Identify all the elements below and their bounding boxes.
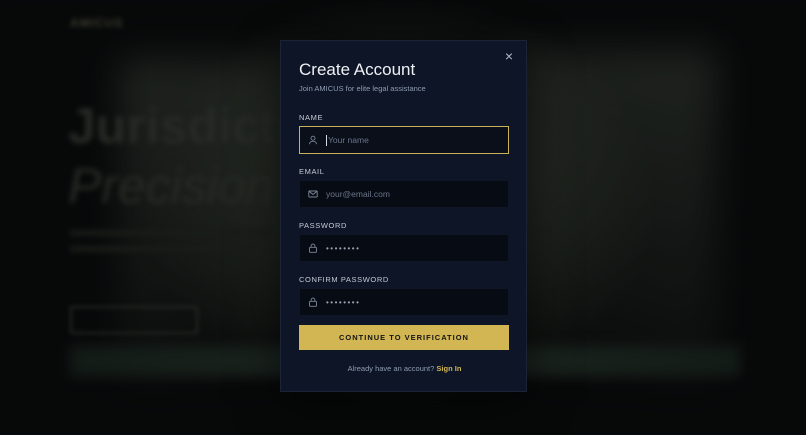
continue-to-verification-button[interactable]: CONTINUE TO VERIFICATION [299,325,509,350]
email-field[interactable] [299,180,509,208]
mail-icon [308,189,318,199]
sign-in-link[interactable]: Sign In [436,364,461,373]
confirm-password-label: CONFIRM PASSWORD [299,275,389,284]
email-label: EMAIL [299,167,325,176]
modal-title: Create Account [299,60,416,79]
confirm-password-input[interactable]: •••••••• [326,298,360,307]
lock-icon [308,243,318,253]
name-input[interactable] [328,135,498,145]
name-label: NAME [299,113,324,122]
confirm-password-field[interactable]: •••••••• [299,288,509,316]
user-icon [308,135,318,145]
name-field[interactable] [299,126,509,154]
modal-subtitle: Join AMICUS for elite legal assistance [299,84,426,93]
password-input[interactable]: •••••••• [326,244,360,253]
text-cursor [326,134,327,146]
lock-icon [308,297,318,307]
signin-prompt: Already have an account? Sign In [281,364,528,373]
create-account-modal: × Create Account Join AMICUS for elite l… [280,40,527,392]
password-label: PASSWORD [299,221,347,230]
close-icon[interactable]: × [502,49,516,63]
email-input[interactable] [326,189,496,199]
signin-prompt-text: Already have an account? [347,364,435,373]
password-field[interactable]: •••••••• [299,234,509,262]
